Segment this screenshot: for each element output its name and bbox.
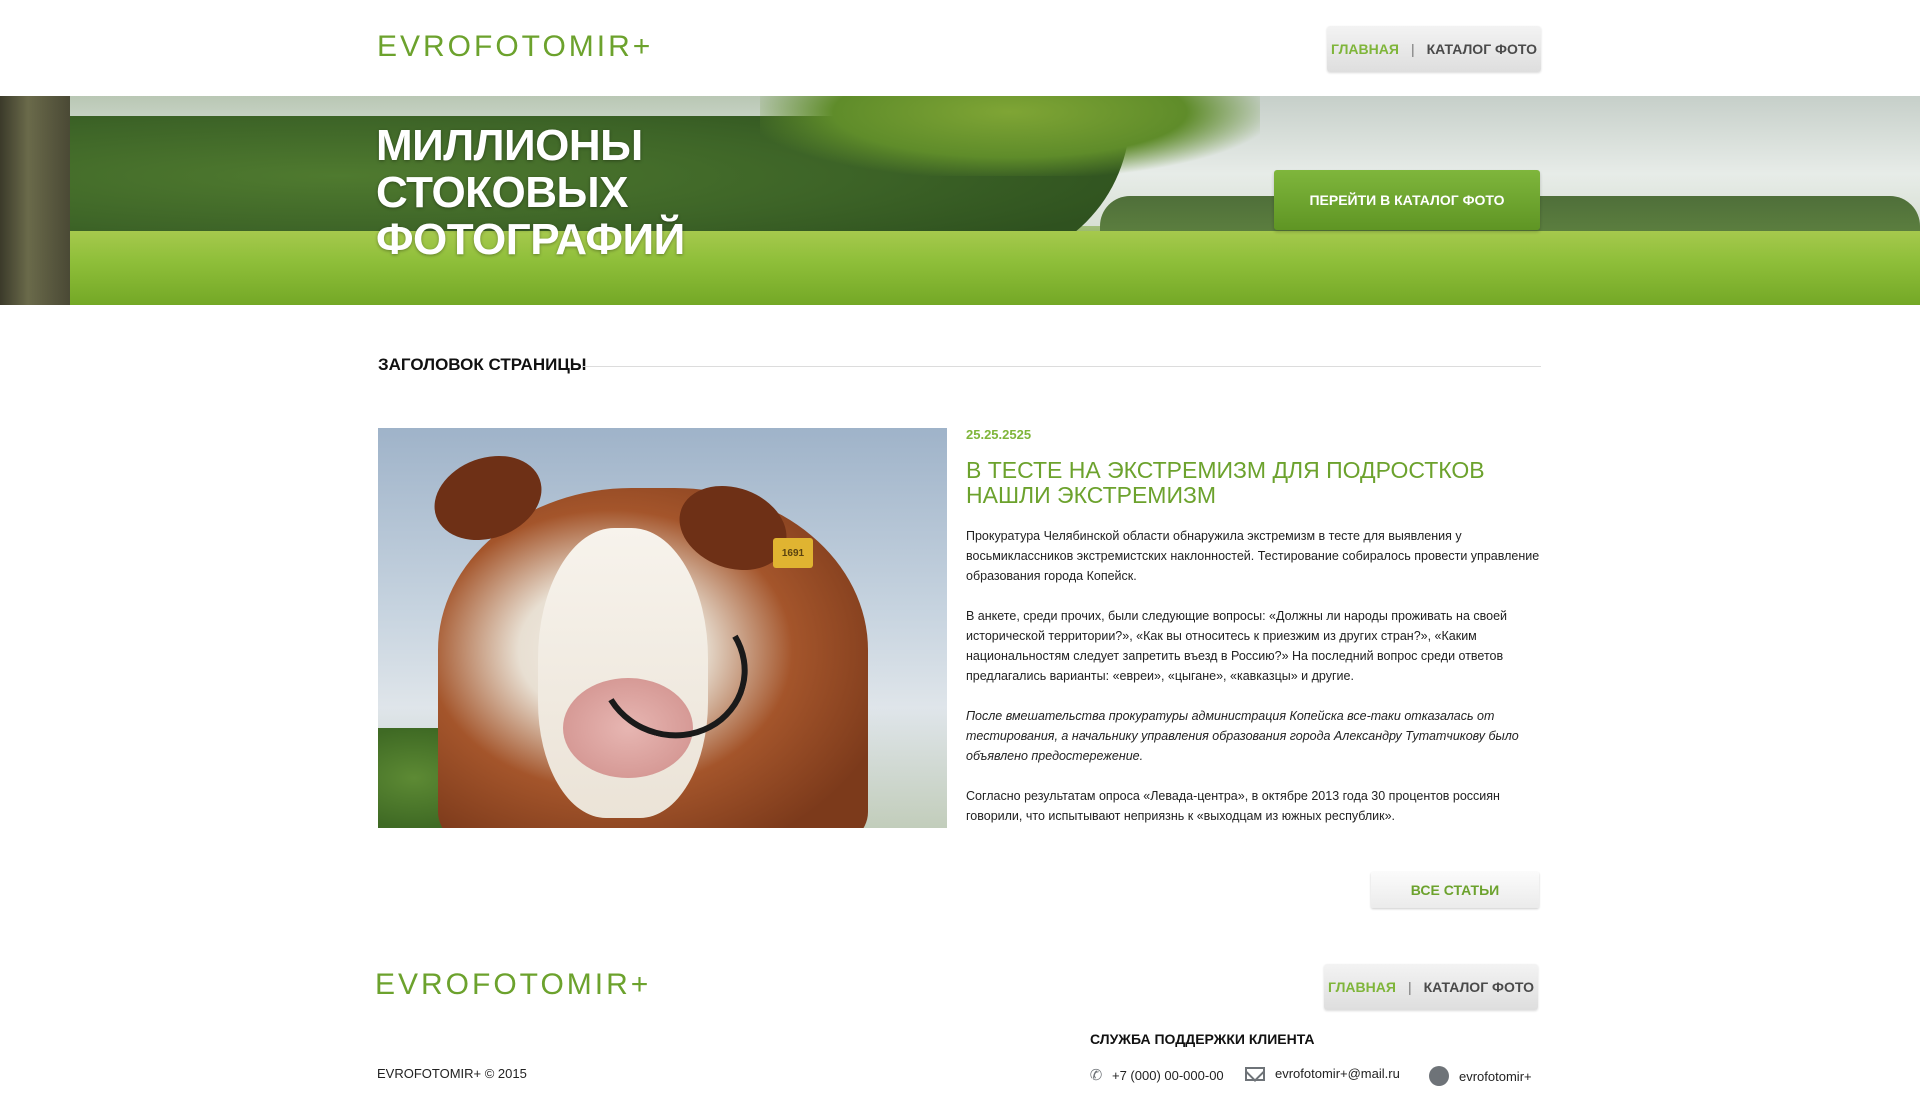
contact-twitter[interactable]: t evrofotomir+ — [1429, 1066, 1532, 1086]
hero-banner — [0, 96, 1920, 305]
footer-nav-separator: | — [1407, 979, 1412, 995]
page-title: ЗАГОЛОВОК СТРАНИЦЫ — [378, 355, 587, 374]
article-title[interactable]: В ТЕСТЕ НА ЭКСТРЕМИЗМ ДЛЯ ПОДРОСТКОВ НАШ… — [966, 458, 1526, 508]
article-body: Прокуратура Челябинской области обнаружи… — [966, 526, 1541, 846]
support-title: СЛУЖБА ПОДДЕРЖКИ КЛИЕНТА — [1090, 1031, 1315, 1047]
header-nav: ГЛАВНАЯ | КАТАЛОГ ФОТО — [1327, 26, 1541, 72]
copyright-text: EVROFOTOMIR+ © 2015 — [377, 1066, 527, 1081]
phone-icon: ✆ — [1089, 1067, 1103, 1084]
article-image[interactable]: 1691 — [378, 428, 947, 828]
footer-nav-catalog-link[interactable]: КАТАЛОГ ФОТО — [1424, 979, 1534, 995]
hero-tree-trunk — [0, 96, 70, 305]
nav-catalog-link[interactable]: КАТАЛОГ ФОТО — [1427, 41, 1537, 57]
twitter-handle: evrofotomir+ — [1459, 1068, 1532, 1084]
all-articles-button[interactable]: ВСЕ СТАТЬИ — [1371, 872, 1539, 908]
article-paragraph-italic: После вмешательства прокуратуры админист… — [966, 709, 1519, 763]
hero-title: МИЛЛИОНЫ СТОКОВЫХ ФОТОГРАФИЙ — [376, 121, 685, 264]
mail-icon — [1245, 1066, 1265, 1081]
phone-number: +7 (000) 00-000-00 — [1112, 1067, 1224, 1083]
catalog-cta-button[interactable]: ПЕРЕЙТИ В КАТАЛОГ ФОТО — [1274, 170, 1540, 230]
ear-tag-number: 1691 — [781, 547, 805, 559]
footer-nav: ГЛАВНАЯ | КАТАЛОГ ФОТО — [1324, 964, 1538, 1010]
contact-phone[interactable]: ✆ +7 (000) 00-000-00 — [1090, 1066, 1224, 1084]
footer-nav-home-link[interactable]: ГЛАВНАЯ — [1328, 979, 1396, 995]
email-address: evrofotomir+@mail.ru — [1275, 1066, 1400, 1081]
article-date: 25.25.2525 — [966, 427, 1032, 442]
header-logo[interactable]: EVROFOTOMIR+ — [377, 30, 653, 64]
article-paragraph: Прокуратура Челябинской области обнаружи… — [966, 529, 1540, 583]
twitter-icon: t — [1429, 1066, 1449, 1086]
article-paragraph: В анкете, среди прочих, были следующие в… — [966, 609, 1508, 683]
cow-ear-tag: 1691 — [773, 538, 813, 568]
nav-home-link[interactable]: ГЛАВНАЯ — [1331, 41, 1399, 57]
contact-email[interactable]: evrofotomir+@mail.ru — [1245, 1066, 1400, 1081]
nav-separator: | — [1410, 41, 1415, 57]
article-paragraph: Согласно результатам опроса «Левада-цент… — [966, 789, 1500, 823]
page-title-divider — [583, 366, 1541, 367]
hero-leaves — [760, 96, 1260, 176]
hero-field — [0, 231, 1920, 305]
footer-logo[interactable]: EVROFOTOMIR+ — [375, 968, 651, 1002]
